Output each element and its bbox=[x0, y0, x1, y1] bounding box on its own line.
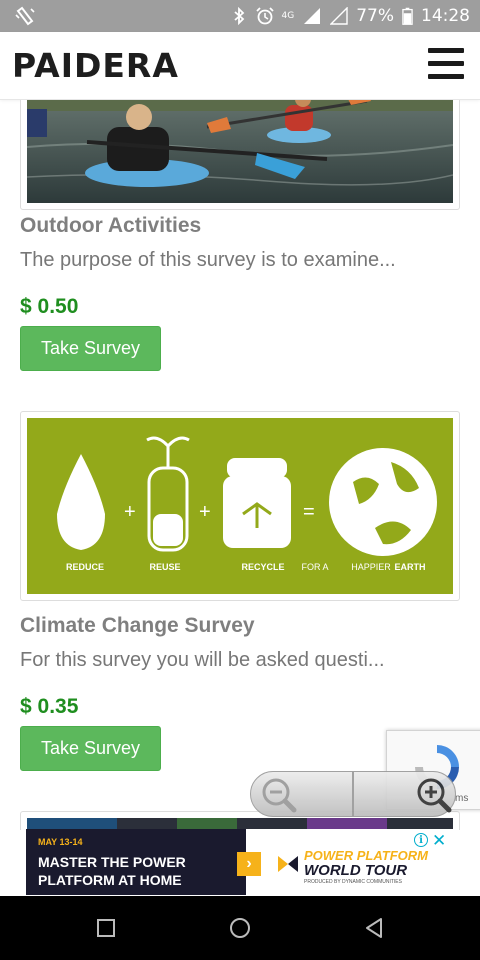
chevron-right-icon[interactable]: › bbox=[237, 852, 261, 876]
network-type: 4G bbox=[281, 11, 295, 21]
survey-description: The purpose of this survey is to examine… bbox=[20, 249, 396, 271]
label-recycle: RECYCLE bbox=[241, 562, 284, 572]
ad-headline: MASTER THE POWER PLATFORM AT HOME bbox=[38, 854, 186, 888]
survey-description: For this survey you will be asked questi… bbox=[20, 649, 385, 671]
nav-recents-icon[interactable] bbox=[96, 918, 116, 938]
vibrate-icon bbox=[15, 6, 35, 26]
svg-text:=: = bbox=[303, 501, 315, 523]
brand-logo[interactable]: PAIDERA bbox=[12, 46, 179, 85]
label-reduce: REDUCE bbox=[66, 562, 104, 572]
signal-empty-icon bbox=[330, 7, 348, 25]
zoom-out-button[interactable] bbox=[250, 771, 353, 817]
zoom-in-icon bbox=[417, 778, 452, 813]
take-survey-button[interactable]: Take Survey bbox=[20, 326, 161, 371]
battery-percent: 77% bbox=[356, 6, 394, 26]
android-nav-bar bbox=[0, 896, 480, 960]
signal-icon bbox=[304, 8, 321, 24]
power-platform-logo-icon bbox=[278, 856, 298, 872]
label-happier: HAPPIER bbox=[351, 562, 391, 572]
status-bar: 4G 77% 14:28 bbox=[0, 0, 480, 32]
zoom-out-icon bbox=[262, 778, 297, 813]
zoom-controls bbox=[250, 771, 456, 817]
ad-left-panel: MAY 13-14 MASTER THE POWER PLATFORM AT H… bbox=[26, 829, 246, 895]
kayak-photo bbox=[26, 100, 454, 203]
svg-text:+: + bbox=[199, 501, 211, 523]
survey-price: $ 0.35 bbox=[20, 695, 79, 718]
svg-text:+: + bbox=[124, 501, 136, 523]
hamburger-menu-icon[interactable] bbox=[428, 48, 464, 80]
label-for-a: FOR A bbox=[301, 562, 328, 572]
status-right: 4G 77% 14:28 bbox=[230, 0, 470, 32]
recaptcha-terms[interactable]: ms bbox=[455, 793, 468, 804]
ad-info-icon[interactable]: i bbox=[414, 833, 428, 847]
survey-image-climate[interactable]: + + = REDUCE REUSE RECYCLE FOR A HAPPIER… bbox=[20, 411, 460, 601]
ad-logo-line1: POWER PLATFORM bbox=[304, 848, 428, 863]
bluetooth-icon bbox=[233, 7, 244, 25]
take-survey-button[interactable]: Take Survey bbox=[20, 726, 161, 771]
recycle-illustration: + + = REDUCE REUSE RECYCLE FOR A HAPPIER… bbox=[27, 418, 453, 594]
ad-date: MAY 13-14 bbox=[38, 837, 83, 847]
nav-back-icon[interactable] bbox=[364, 917, 384, 939]
survey-list: Outdoor Activities The purpose of this s… bbox=[0, 100, 480, 830]
site-header: PAIDERA bbox=[0, 32, 480, 100]
survey-title[interactable]: Outdoor Activities bbox=[20, 214, 201, 238]
zoom-in-button[interactable] bbox=[353, 771, 456, 817]
ad-close-icon[interactable]: ✕ bbox=[432, 831, 446, 851]
alarm-icon bbox=[255, 7, 274, 25]
survey-image-outdoor[interactable] bbox=[20, 100, 460, 210]
ad-banner[interactable]: MAY 13-14 MASTER THE POWER PLATFORM AT H… bbox=[26, 829, 454, 895]
survey-title[interactable]: Climate Change Survey bbox=[20, 614, 255, 638]
label-earth: EARTH bbox=[395, 562, 426, 572]
ad-logo-line2: WORLD TOUR bbox=[304, 862, 408, 879]
ad-logo-line3: PRODUCED BY DYNAMIC COMMUNITIES bbox=[304, 879, 402, 885]
label-reuse: REUSE bbox=[149, 562, 180, 572]
battery-icon bbox=[402, 7, 413, 25]
clock: 14:28 bbox=[421, 6, 470, 26]
survey-price: $ 0.50 bbox=[20, 295, 79, 318]
nav-home-icon[interactable] bbox=[229, 917, 251, 939]
ad-logo: POWER PLATFORM WORLD TOUR PRODUCED BY DY… bbox=[276, 848, 446, 888]
